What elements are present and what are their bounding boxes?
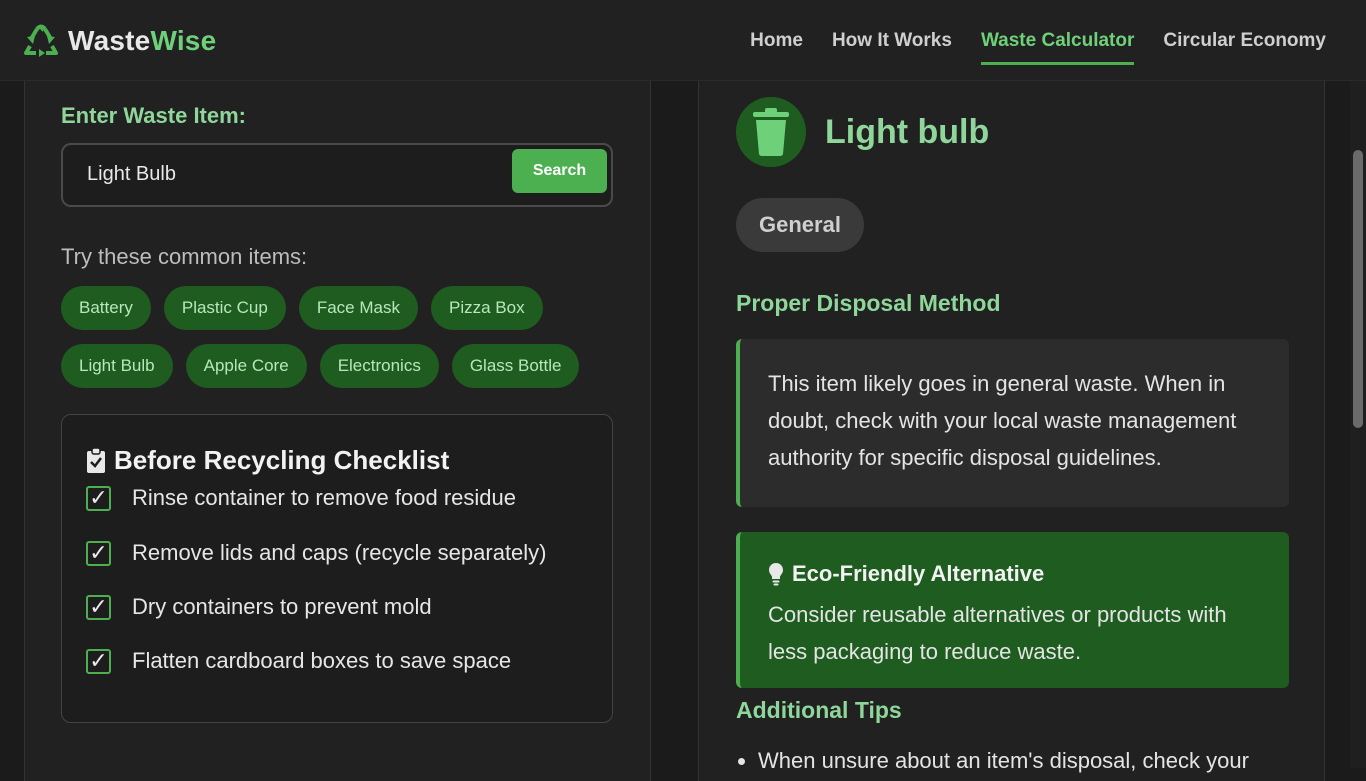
chip-plastic-cup[interactable]: Plastic Cup: [163, 286, 286, 330]
checklist-item-label: Dry containers to prevent mold: [132, 594, 432, 619]
clipboard-check-icon: [87, 447, 105, 473]
navbar: WasteWise Home How It Works Waste Calcul…: [0, 0, 1366, 81]
search-label: Enter Waste Item:: [61, 103, 247, 128]
scrollbar-thumb[interactable]: [1353, 150, 1363, 428]
tip-item: When unsure about an item's disposal, ch…: [758, 748, 1249, 774]
brand-name-part2: Wise: [150, 25, 217, 56]
nav-how-it-works[interactable]: How It Works: [832, 30, 952, 65]
search-input[interactable]: [87, 163, 487, 186]
eco-alternative-box: Eco-Friendly Alternative Consider reusab…: [736, 532, 1289, 688]
checklist-title: Before Recycling Checklist: [86, 445, 449, 476]
brand-logo[interactable]: WasteWise: [22, 22, 216, 60]
chip-glass-bottle[interactable]: Glass Bottle: [451, 344, 580, 388]
chip-apple-core[interactable]: Apple Core: [185, 344, 307, 388]
eco-title-text: Eco-Friendly Alternative: [792, 561, 1045, 586]
checklist-item-label: Flatten cardboard boxes to save space: [132, 648, 512, 673]
chip-light-bulb[interactable]: Light Bulb: [61, 344, 173, 388]
trash-can-icon: [753, 108, 789, 156]
item-title: Light bulb: [825, 113, 990, 151]
checklist-item: ✓ Remove lids and caps (recycle separate…: [86, 540, 547, 566]
tips-list: When unsure about an item's disposal, ch…: [736, 748, 1249, 774]
checklist-item: ✓ Flatten cardboard boxes to save space: [86, 648, 511, 674]
checklist-item: ✓ Rinse container to remove food residue: [86, 485, 516, 511]
nav-circular-economy[interactable]: Circular Economy: [1163, 30, 1326, 65]
brand-name-part1: Waste: [68, 25, 151, 56]
item-icon: [736, 97, 806, 167]
lightbulb-icon: [769, 563, 783, 586]
checklist-item-label: Rinse container to remove food residue: [132, 485, 516, 510]
search-box: Search: [61, 143, 613, 207]
search-button[interactable]: Search: [512, 149, 607, 193]
recycling-checklist: Before Recycling Checklist ✓ Rinse conta…: [61, 414, 613, 723]
chip-battery[interactable]: Battery: [61, 286, 151, 330]
result-panel: Light bulb General Proper Disposal Metho…: [698, 81, 1325, 781]
brand-name: WasteWise: [68, 25, 216, 57]
disposal-heading: Proper Disposal Method: [736, 290, 1001, 316]
main-nav: Home How It Works Waste Calculator Circu…: [721, 30, 1326, 65]
eco-text: Consider reusable alternatives or produc…: [768, 602, 1227, 664]
tips-heading: Additional Tips: [736, 697, 902, 723]
checklist-item-label: Remove lids and caps (recycle separately…: [132, 540, 547, 565]
chip-row: Light Bulb Apple Core Electronics Glass …: [61, 344, 621, 388]
checklist-title-text: Before Recycling Checklist: [114, 445, 450, 475]
checklist-checkbox[interactable]: ✓: [86, 540, 111, 566]
eco-title: Eco-Friendly Alternative: [768, 560, 1261, 588]
chip-row: Battery Plastic Cup Face Mask Pizza Box: [61, 286, 621, 330]
common-items-label: Try these common items:: [61, 244, 308, 269]
category-badge: General: [736, 198, 864, 252]
chip-face-mask[interactable]: Face Mask: [298, 286, 418, 330]
nav-home[interactable]: Home: [750, 30, 803, 65]
checklist-checkbox[interactable]: ✓: [86, 594, 111, 620]
checklist-checkbox[interactable]: ✓: [86, 485, 111, 511]
chip-pizza-box[interactable]: Pizza Box: [430, 286, 543, 330]
disposal-method-box: This item likely goes in general waste. …: [736, 339, 1289, 507]
chip-electronics[interactable]: Electronics: [319, 344, 439, 388]
search-panel: Enter Waste Item: Search Try these commo…: [24, 81, 651, 781]
nav-waste-calculator[interactable]: Waste Calculator: [980, 30, 1135, 65]
recycle-icon: [24, 24, 58, 57]
common-items: Battery Plastic Cup Face Mask Pizza Box …: [61, 286, 621, 402]
checklist-checkbox[interactable]: ✓: [86, 648, 111, 674]
checklist-item: ✓ Dry containers to prevent mold: [86, 594, 432, 620]
